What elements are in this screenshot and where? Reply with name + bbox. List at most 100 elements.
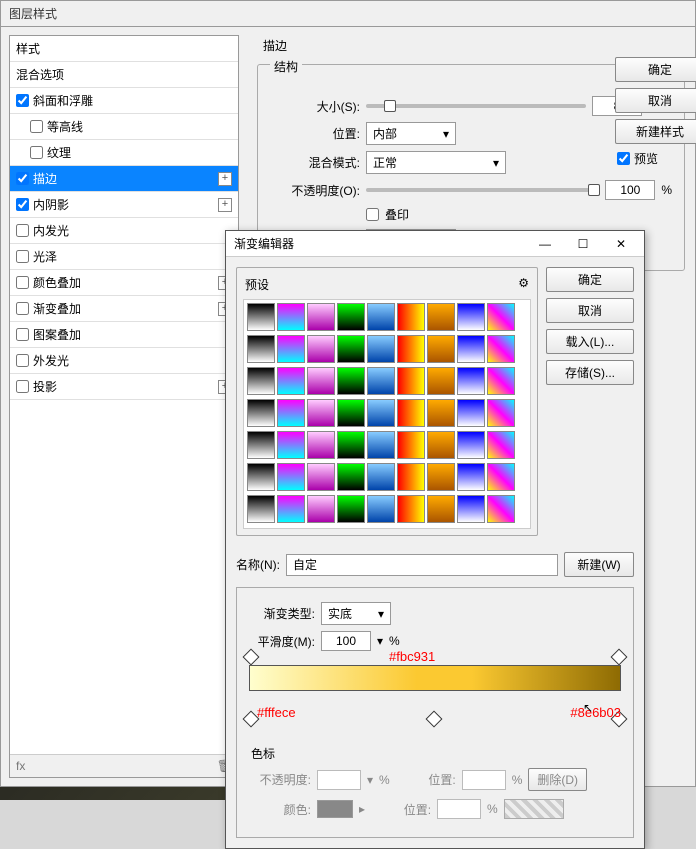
grad-type-dropdown[interactable]: 实底▾ — [321, 602, 391, 625]
position-dropdown[interactable]: 内部▾ — [366, 122, 456, 145]
pattern-sample[interactable] — [504, 799, 564, 819]
size-slider[interactable] — [366, 104, 586, 108]
preset-swatch[interactable] — [487, 431, 515, 459]
smooth-input[interactable] — [321, 631, 371, 651]
style-row-11[interactable]: 投影+ — [10, 374, 238, 400]
preset-swatch[interactable] — [307, 399, 335, 427]
name-input[interactable] — [286, 554, 558, 576]
preset-swatch[interactable] — [367, 399, 395, 427]
stop-opacity-input[interactable] — [317, 770, 361, 790]
new-gradient-button[interactable]: 新建(W) — [564, 552, 634, 577]
preset-swatch[interactable] — [307, 335, 335, 363]
preset-swatch[interactable] — [427, 399, 455, 427]
preset-swatch[interactable] — [457, 463, 485, 491]
style-row-7[interactable]: 颜色叠加+ — [10, 270, 238, 296]
gradient-editor-titlebar[interactable]: 渐变编辑器 — ☐ ✕ — [226, 231, 644, 257]
preset-swatch[interactable] — [487, 367, 515, 395]
opacity-stop-left[interactable] — [245, 651, 257, 665]
preset-swatch[interactable] — [427, 303, 455, 331]
style-checkbox[interactable] — [30, 120, 43, 133]
preset-swatch[interactable] — [337, 399, 365, 427]
preset-swatch[interactable] — [397, 463, 425, 491]
preset-swatch[interactable] — [277, 495, 305, 523]
preset-swatch[interactable] — [247, 399, 275, 427]
play-icon[interactable]: ▸ — [359, 802, 365, 816]
preset-swatch[interactable] — [337, 495, 365, 523]
preset-swatch[interactable] — [337, 335, 365, 363]
style-row-8[interactable]: 渐变叠加+ — [10, 296, 238, 322]
preset-swatch[interactable] — [487, 463, 515, 491]
preview-checkbox[interactable] — [617, 152, 630, 165]
preset-swatch[interactable] — [277, 463, 305, 491]
preset-swatch[interactable] — [457, 303, 485, 331]
style-checkbox[interactable] — [30, 146, 43, 159]
minimize-icon[interactable]: — — [530, 237, 560, 251]
style-checkbox[interactable] — [16, 380, 29, 393]
style-checkbox[interactable] — [16, 302, 29, 315]
blend-options-row[interactable]: 混合选项 — [10, 62, 238, 88]
preset-swatch[interactable] — [487, 399, 515, 427]
style-row-0[interactable]: 斜面和浮雕 — [10, 88, 238, 114]
preset-swatch[interactable] — [427, 495, 455, 523]
preset-swatch[interactable] — [307, 463, 335, 491]
preset-swatch[interactable] — [277, 335, 305, 363]
blend-dropdown[interactable]: 正常▾ — [366, 151, 506, 174]
style-checkbox[interactable] — [16, 224, 29, 237]
style-row-9[interactable]: 图案叠加 — [10, 322, 238, 348]
preset-swatch[interactable] — [427, 463, 455, 491]
style-checkbox[interactable] — [16, 276, 29, 289]
preset-swatch[interactable] — [247, 431, 275, 459]
style-checkbox[interactable] — [16, 328, 29, 341]
cancel-button[interactable]: 取消 — [615, 88, 696, 113]
color-stop-left[interactable] — [245, 713, 257, 727]
preset-swatch[interactable] — [277, 303, 305, 331]
overprint-checkbox[interactable] — [366, 208, 379, 221]
preset-swatch[interactable] — [277, 367, 305, 395]
stop-position-input[interactable] — [462, 770, 506, 790]
preset-swatch[interactable] — [367, 463, 395, 491]
preset-swatch[interactable] — [367, 303, 395, 331]
add-icon[interactable]: + — [218, 172, 232, 186]
preset-swatch[interactable] — [457, 399, 485, 427]
preset-swatch[interactable] — [397, 367, 425, 395]
gradient-ok-button[interactable]: 确定 — [546, 267, 634, 292]
preset-swatch[interactable] — [487, 495, 515, 523]
save-button[interactable]: 存储(S)... — [546, 360, 634, 385]
preset-swatch[interactable] — [277, 431, 305, 459]
preset-swatch[interactable] — [427, 367, 455, 395]
preset-swatch[interactable] — [397, 303, 425, 331]
preset-swatch[interactable] — [457, 367, 485, 395]
style-checkbox[interactable] — [16, 172, 29, 185]
preset-swatch[interactable] — [457, 431, 485, 459]
dropdown-icon[interactable]: ▾ — [377, 634, 383, 648]
style-row-6[interactable]: 光泽 — [10, 244, 238, 270]
preset-swatch[interactable] — [397, 495, 425, 523]
color-stop-mid[interactable] — [428, 713, 440, 727]
style-checkbox[interactable] — [16, 198, 29, 211]
preset-swatch[interactable] — [247, 463, 275, 491]
preset-swatch[interactable] — [247, 367, 275, 395]
stop-position-input-2[interactable] — [437, 799, 481, 819]
preset-swatch[interactable] — [427, 335, 455, 363]
preset-swatch[interactable] — [367, 431, 395, 459]
preset-swatch[interactable] — [307, 431, 335, 459]
opacity-slider[interactable] — [366, 188, 599, 192]
preset-swatch[interactable] — [367, 495, 395, 523]
preset-swatch[interactable] — [247, 303, 275, 331]
preset-swatch[interactable] — [307, 367, 335, 395]
maximize-icon[interactable]: ☐ — [568, 237, 598, 251]
preset-swatch[interactable] — [397, 431, 425, 459]
preset-swatch[interactable] — [457, 335, 485, 363]
add-icon[interactable]: + — [218, 198, 232, 212]
preset-swatch[interactable] — [427, 431, 455, 459]
opacity-stop-right[interactable] — [613, 651, 625, 665]
preset-swatch[interactable] — [337, 463, 365, 491]
gradient-bar[interactable]: #fbc931 #fffece #8e6b03 ↖ — [249, 665, 621, 725]
preset-swatch[interactable] — [367, 367, 395, 395]
style-row-3[interactable]: 描边+ — [10, 166, 238, 192]
preset-swatch[interactable] — [337, 303, 365, 331]
preset-grid[interactable] — [243, 299, 531, 529]
style-row-5[interactable]: 内发光 — [10, 218, 238, 244]
color-sample[interactable] — [317, 800, 353, 818]
preset-swatch[interactable] — [367, 335, 395, 363]
